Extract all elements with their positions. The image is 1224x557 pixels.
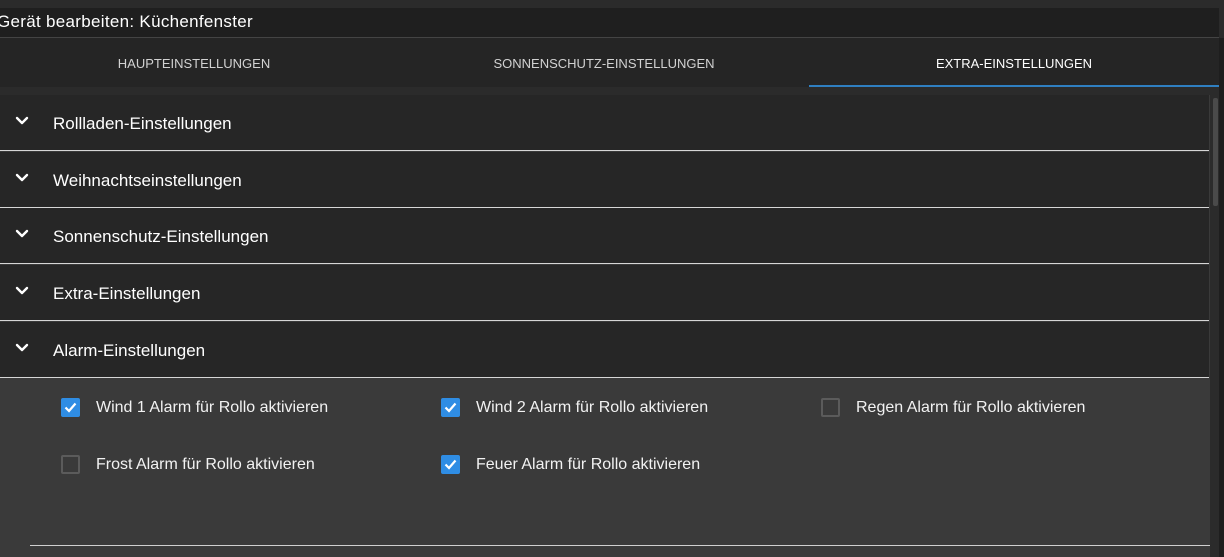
section-label: Extra-Einstellungen: [53, 284, 201, 303]
checkbox-checked-icon[interactable]: [441, 455, 460, 474]
section-label: Weihnachtseinstellungen: [53, 171, 242, 190]
edit-device-dialog: Gerät bearbeiten: Küchenfenster HAUPTEIN…: [0, 0, 1224, 557]
checkbox-label: Feuer Alarm für Rollo aktivieren: [476, 455, 701, 473]
chevron-down-icon: [15, 343, 29, 352]
section-header-sonnenschutz[interactable]: Sonnenschutz-Einstellungen: [0, 208, 1209, 264]
regen-alarm-checkbox[interactable]: Regen Alarm für Rollo aktivieren: [821, 398, 1085, 417]
section-label: Alarm-Einstellungen: [53, 341, 206, 360]
dialog-title: Gerät bearbeiten: Küchenfenster: [0, 12, 253, 31]
tab-haupteinstellungen[interactable]: HAUPTEINSTELLUNGEN: [0, 38, 388, 88]
chevron-down-icon: [15, 229, 29, 238]
title-bar: Gerät bearbeiten: Küchenfenster: [0, 8, 1219, 38]
top-strip: [0, 0, 1224, 8]
checkbox-unchecked-icon[interactable]: [821, 398, 840, 417]
checkbox-label: Wind 1 Alarm für Rollo aktivieren: [96, 398, 329, 416]
frost-alarm-checkbox[interactable]: Frost Alarm für Rollo aktivieren: [61, 455, 315, 474]
chevron-down-icon: [15, 116, 29, 125]
wind1-alarm-checkbox[interactable]: Wind 1 Alarm für Rollo aktivieren: [61, 398, 328, 417]
checkbox-checked-icon[interactable]: [61, 398, 80, 417]
section-header-rollladen[interactable]: Rollladen-Einstellungen: [0, 95, 1209, 151]
checkbox-checked-icon[interactable]: [441, 398, 460, 417]
section-label: Rollladen-Einstellungen: [53, 114, 232, 133]
checkbox-label: Frost Alarm für Rollo aktivieren: [96, 455, 315, 473]
feuer-alarm-checkbox[interactable]: Feuer Alarm für Rollo aktivieren: [441, 455, 700, 474]
tab-bar: HAUPTEINSTELLUNGEN SONNENSCHUTZ-EINSTELL…: [0, 38, 1219, 88]
window-edge: [1219, 38, 1224, 557]
checkbox-unchecked-icon[interactable]: [61, 455, 80, 474]
chevron-down-icon: [15, 286, 29, 295]
scrollbar-thumb[interactable]: [1213, 98, 1218, 206]
section-label: Sonnenschutz-Einstellungen: [53, 227, 269, 246]
section-bottom-divider: [30, 545, 1210, 546]
chevron-down-icon: [15, 173, 29, 182]
tab-sonnenschutz-einstellungen[interactable]: SONNENSCHUTZ-EINSTELLUNGEN: [400, 38, 808, 88]
tab-divider: [0, 87, 1219, 95]
settings-content: Rollladen-Einstellungen Weihnachtseinste…: [0, 95, 1210, 557]
checkbox-label: Wind 2 Alarm für Rollo aktivieren: [476, 398, 709, 416]
section-header-extra[interactable]: Extra-Einstellungen: [0, 265, 1209, 321]
section-header-alarm[interactable]: Alarm-Einstellungen: [0, 322, 1209, 378]
section-header-weihnachten[interactable]: Weihnachtseinstellungen: [0, 152, 1209, 208]
tab-extra-einstellungen[interactable]: EXTRA-EINSTELLUNGEN: [809, 38, 1219, 88]
checkbox-label: Regen Alarm für Rollo aktivieren: [856, 398, 1086, 416]
wind2-alarm-checkbox[interactable]: Wind 2 Alarm für Rollo aktivieren: [441, 398, 708, 417]
